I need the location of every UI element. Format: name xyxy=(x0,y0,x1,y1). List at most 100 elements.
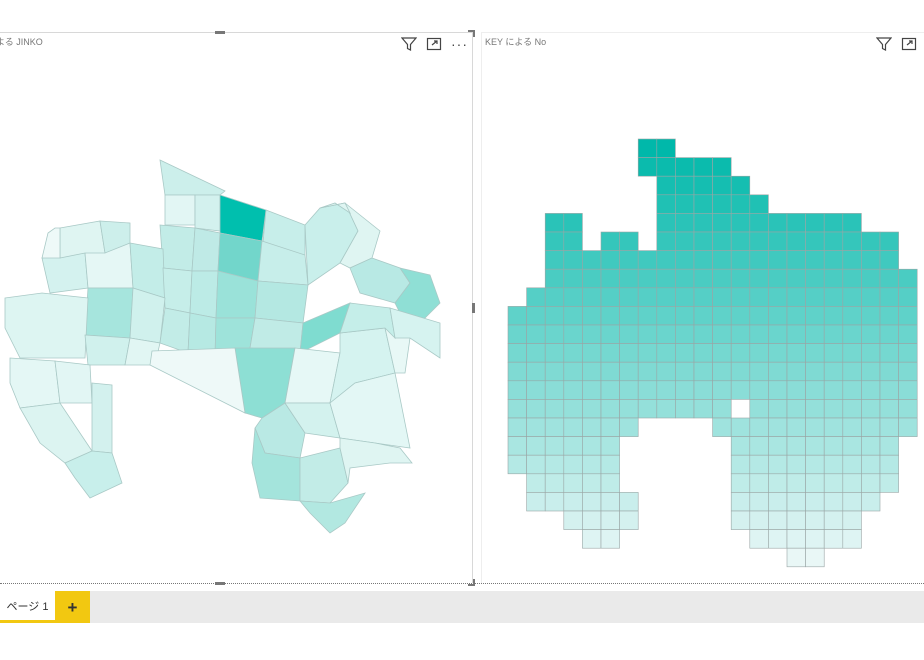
grid-tile[interactable] xyxy=(823,399,844,419)
grid-tile[interactable] xyxy=(861,268,881,289)
grid-tile[interactable] xyxy=(712,213,732,233)
grid-tile[interactable] xyxy=(861,417,881,437)
grid-tile[interactable] xyxy=(712,157,732,177)
grid-tile[interactable] xyxy=(879,231,899,251)
grid-tile[interactable] xyxy=(842,287,862,307)
grid-tile[interactable] xyxy=(768,510,788,530)
grid-tile[interactable] xyxy=(730,231,751,251)
grid-tile[interactable] xyxy=(563,417,583,437)
grid-tile[interactable] xyxy=(619,417,639,437)
grid-tile[interactable] xyxy=(898,287,918,307)
grid-tile[interactable] xyxy=(563,399,583,419)
grid-tile[interactable] xyxy=(619,399,639,419)
grid-tile[interactable] xyxy=(786,306,806,326)
grid-tile[interactable] xyxy=(749,454,769,475)
grid-tile[interactable] xyxy=(712,361,732,382)
grid-tile[interactable] xyxy=(507,417,527,437)
grid-tile[interactable] xyxy=(675,361,695,382)
grid-tile[interactable] xyxy=(544,343,565,363)
grid-tile[interactable] xyxy=(861,343,881,363)
grid-tile[interactable] xyxy=(526,306,546,326)
grid-tile[interactable] xyxy=(637,380,658,400)
grid-tile[interactable] xyxy=(675,306,695,326)
grid-tile[interactable] xyxy=(563,287,583,307)
grid-tile[interactable] xyxy=(619,324,639,344)
grid-tile[interactable] xyxy=(823,324,844,344)
grid-tile[interactable] xyxy=(656,213,676,233)
grid-tile[interactable] xyxy=(898,268,918,289)
grid-tile[interactable] xyxy=(600,380,620,400)
grid-tile[interactable] xyxy=(526,399,546,419)
grid-tile[interactable] xyxy=(786,287,806,307)
grid-tile[interactable] xyxy=(619,250,639,270)
grid-tile[interactable] xyxy=(693,343,713,363)
grid-tile[interactable] xyxy=(749,492,769,512)
grid-tile[interactable] xyxy=(749,213,769,233)
grid-tile[interactable] xyxy=(842,454,862,475)
grid-tile[interactable] xyxy=(805,473,825,493)
grid-tile[interactable] xyxy=(544,306,565,326)
grid-tile[interactable] xyxy=(526,343,546,363)
grid-tile[interactable] xyxy=(768,306,788,326)
grid-tile[interactable] xyxy=(637,324,658,344)
grid-tile[interactable] xyxy=(805,306,825,326)
filter-icon[interactable] xyxy=(401,37,417,51)
grid-tile[interactable] xyxy=(582,380,602,400)
grid-tile[interactable] xyxy=(563,454,583,475)
grid-tile[interactable] xyxy=(600,361,620,382)
grid-tile[interactable] xyxy=(544,287,565,307)
grid-tile[interactable] xyxy=(842,250,862,270)
grid-tile[interactable] xyxy=(675,194,695,214)
grid-tile[interactable] xyxy=(879,380,899,400)
grid-tile[interactable] xyxy=(749,361,769,382)
grid-tile[interactable] xyxy=(786,268,806,289)
grid-tile[interactable] xyxy=(600,529,620,549)
grid-tile[interactable] xyxy=(805,361,825,382)
grid-tile[interactable] xyxy=(600,306,620,326)
grid-tile[interactable] xyxy=(786,473,806,493)
grid-tile[interactable] xyxy=(675,324,695,344)
grid-tile[interactable] xyxy=(637,399,658,419)
grid-tile[interactable] xyxy=(749,268,769,289)
grid-tile[interactable] xyxy=(805,268,825,289)
grid-tile[interactable] xyxy=(898,380,918,400)
grid-tile[interactable] xyxy=(842,324,862,344)
grid-tile[interactable] xyxy=(507,361,527,382)
grid-tile[interactable] xyxy=(805,529,825,549)
grid-tile[interactable] xyxy=(600,250,620,270)
grid-tile[interactable] xyxy=(582,492,602,512)
add-page-button[interactable]: + xyxy=(55,591,90,623)
grid-tile[interactable] xyxy=(619,361,639,382)
grid-tile[interactable] xyxy=(768,380,788,400)
grid-tile[interactable] xyxy=(842,268,862,289)
grid-tile[interactable] xyxy=(768,268,788,289)
grid-tile[interactable] xyxy=(730,343,751,363)
grid-tile[interactable] xyxy=(842,306,862,326)
grid-tile[interactable] xyxy=(600,287,620,307)
grid-tile[interactable] xyxy=(768,343,788,363)
grid-tile[interactable] xyxy=(637,306,658,326)
grid-tile[interactable] xyxy=(507,343,527,363)
grid-tile[interactable] xyxy=(600,473,620,493)
grid-tile[interactable] xyxy=(749,287,769,307)
grid-tile[interactable] xyxy=(675,175,695,196)
grid-tile[interactable] xyxy=(768,250,788,270)
filled-map[interactable] xyxy=(0,103,472,543)
grid-tile[interactable] xyxy=(842,380,862,400)
focus-mode-icon[interactable] xyxy=(426,37,442,51)
grid-tile[interactable] xyxy=(600,231,620,251)
grid-tile[interactable] xyxy=(823,250,844,270)
grid-tile[interactable] xyxy=(619,343,639,363)
grid-tile[interactable] xyxy=(507,454,527,475)
grid-tile[interactable] xyxy=(768,492,788,512)
grid-tile[interactable] xyxy=(693,380,713,400)
grid-tile[interactable] xyxy=(582,250,602,270)
grid-tile[interactable] xyxy=(693,306,713,326)
grid-tile[interactable] xyxy=(507,380,527,400)
grid-tile[interactable] xyxy=(526,436,546,456)
grid-tile[interactable] xyxy=(823,380,844,400)
grid-tile[interactable] xyxy=(786,231,806,251)
grid-tile[interactable] xyxy=(842,361,862,382)
grid-tile[interactable] xyxy=(768,324,788,344)
grid-tile[interactable] xyxy=(768,417,788,437)
